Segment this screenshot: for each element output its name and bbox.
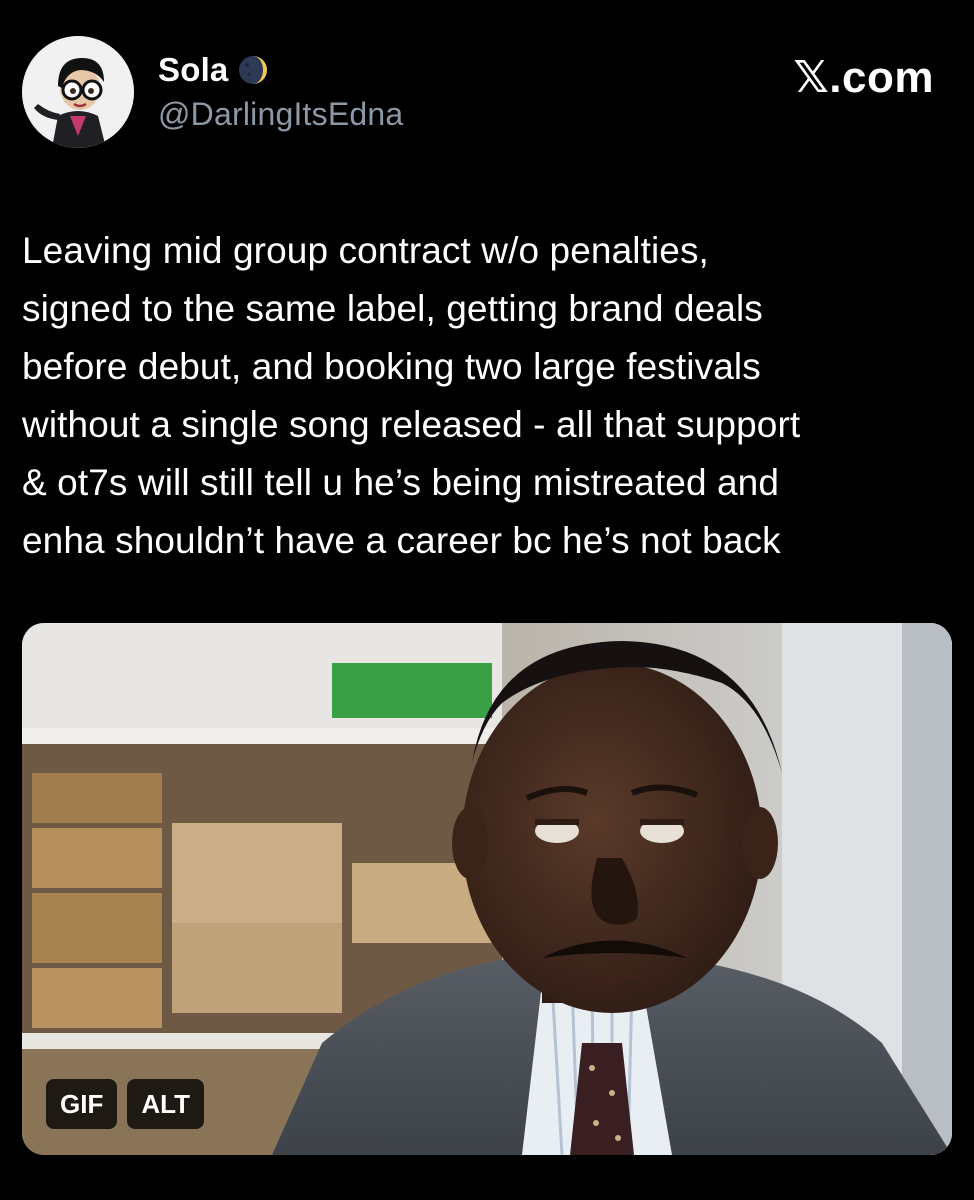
gif-still-image [22,623,952,1155]
display-name-row: Sola [158,50,403,90]
display-name[interactable]: Sola [158,51,229,89]
gif-badge: GIF [46,1079,118,1129]
user-handle[interactable]: @DarlingItsEdna [158,96,403,133]
tweet-text: Leaving mid group contract w/o penalties… [22,230,801,561]
x-com-label: 𝕏.com [793,53,934,102]
user-info: Sola @DarlingItsEdna [158,50,403,133]
avatar[interactable] [22,36,134,148]
alt-text-button[interactable]: ALT [127,1079,204,1129]
tweet-media-gif[interactable]: GIF ALT [22,623,952,1155]
tweet-card: Sola @DarlingItsEdna 𝕏.com Leaving mid g… [0,0,974,1200]
moon-icon [238,56,267,84]
edna-avatar-icon [22,36,134,148]
media-badges: GIF ALT [46,1079,204,1129]
